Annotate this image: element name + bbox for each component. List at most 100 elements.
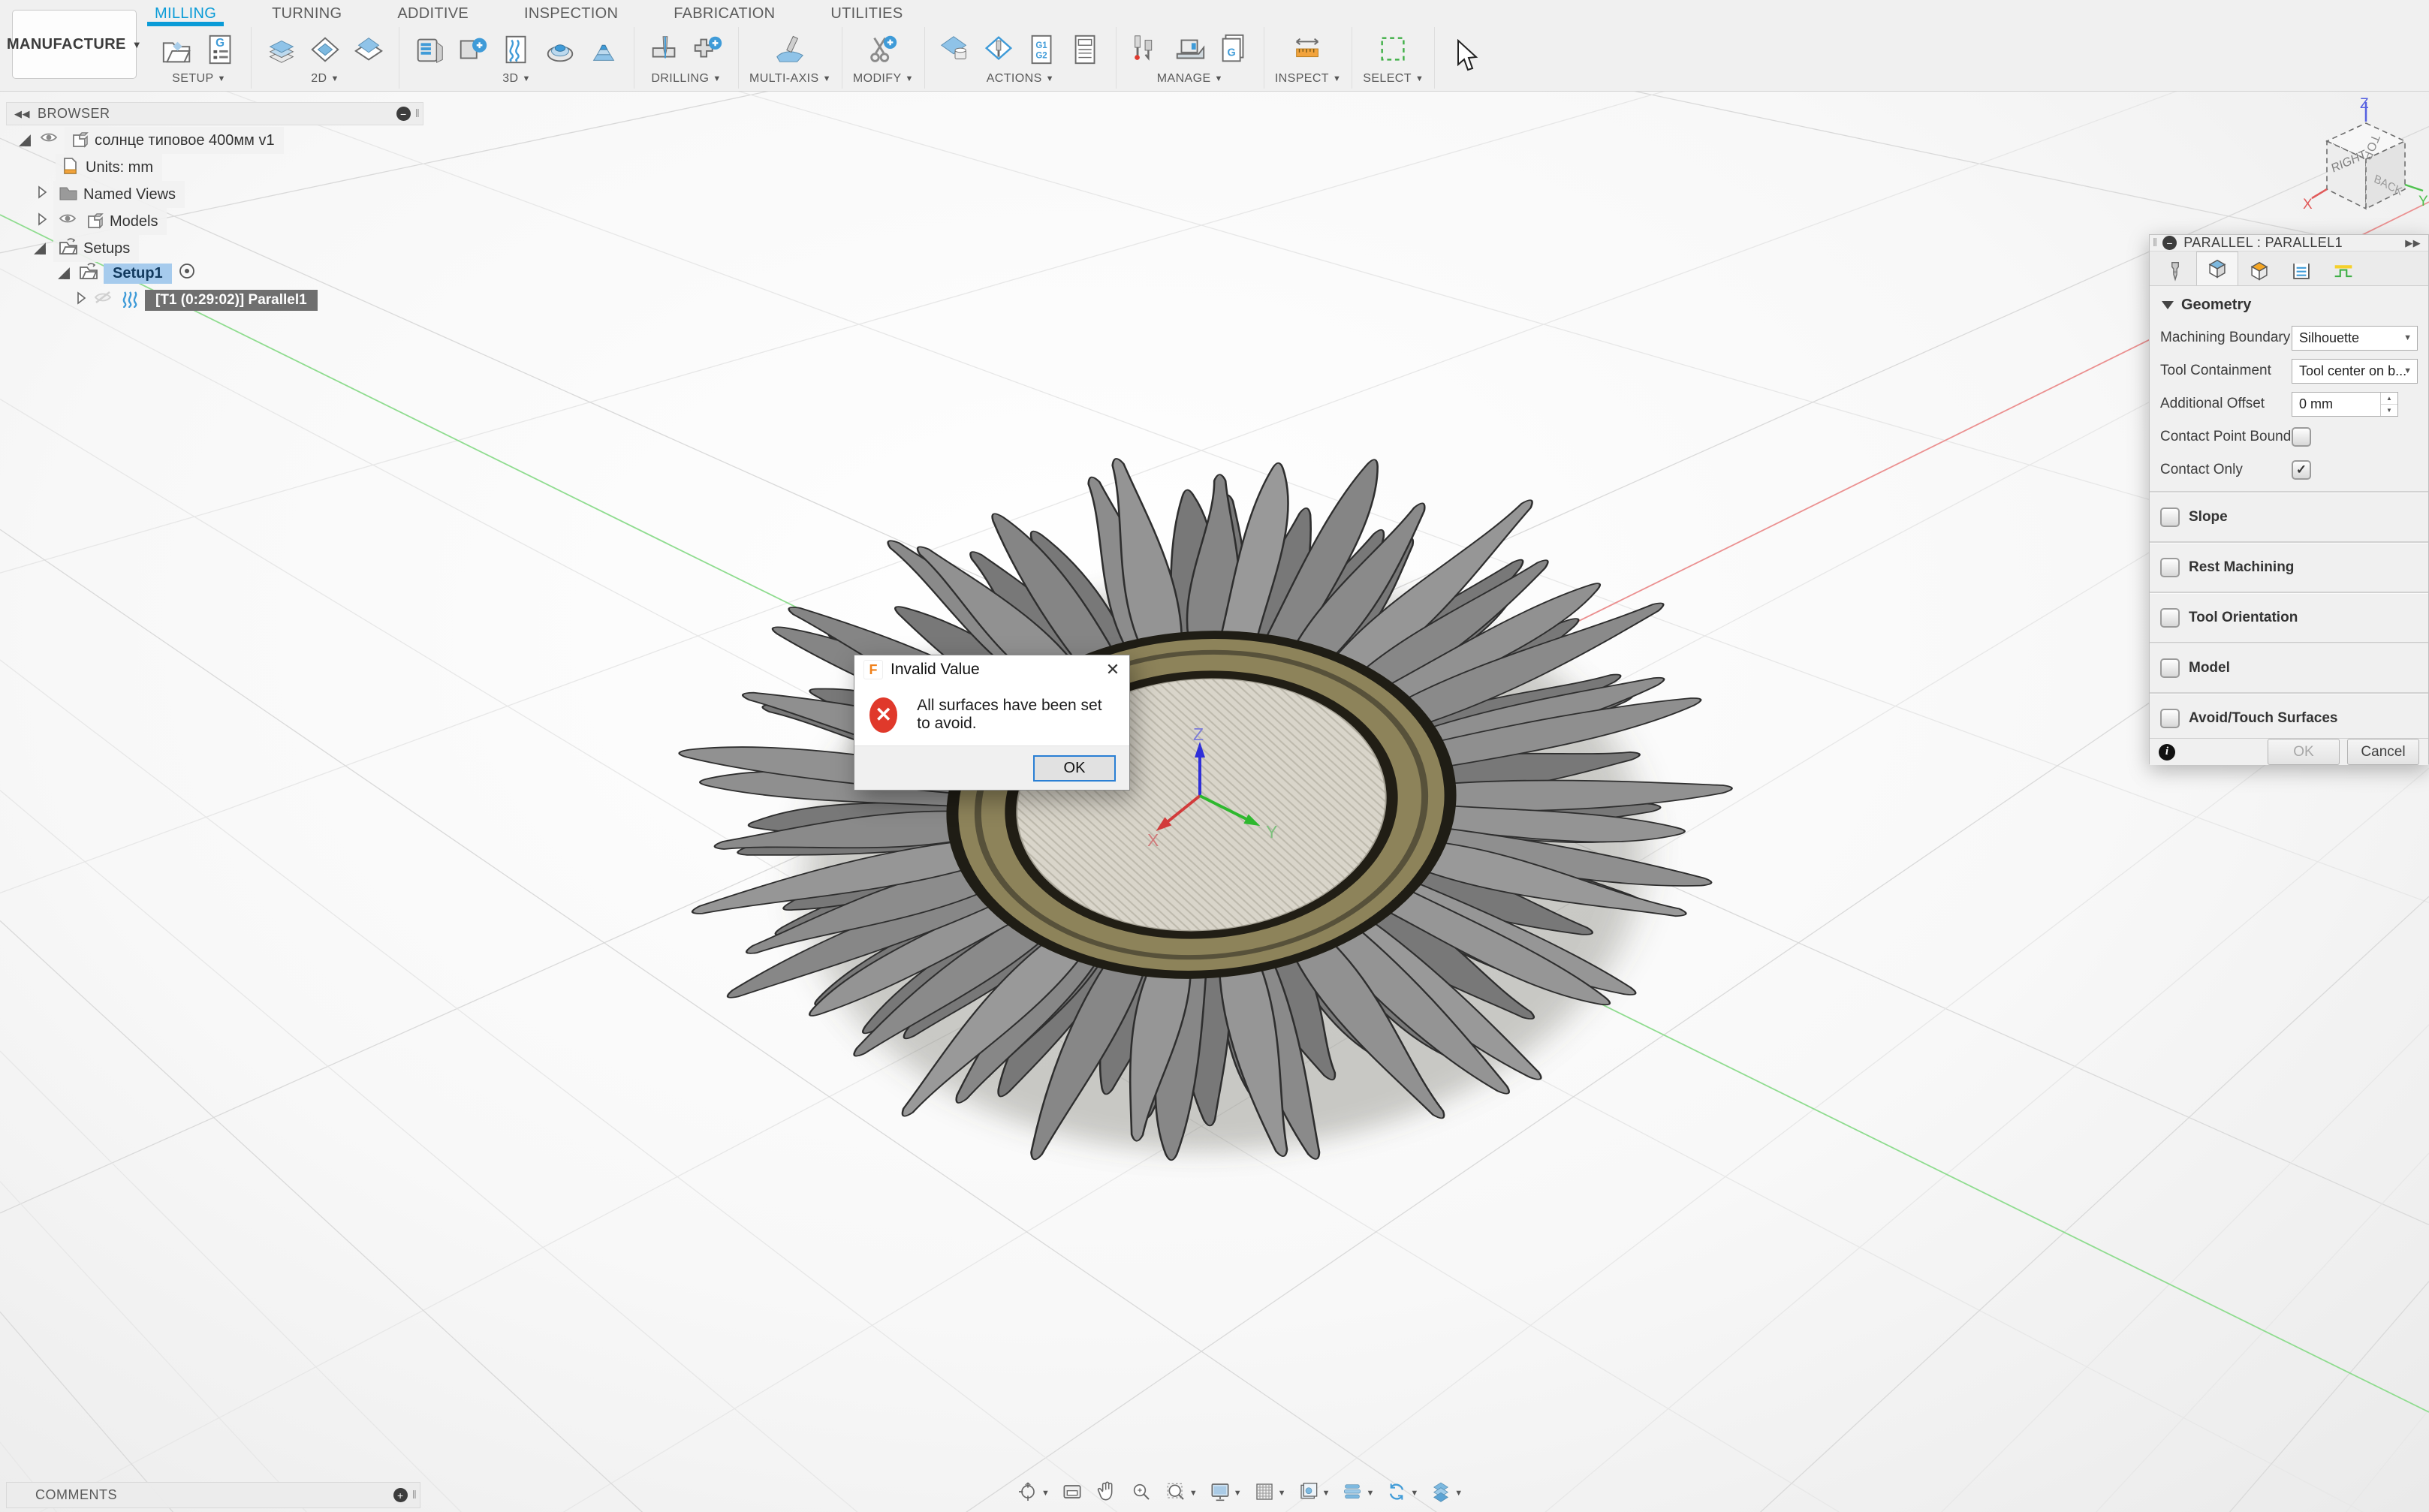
tree-item[interactable]: солнце типовое 400мм v1 — [65, 127, 284, 154]
section-enable-checkbox[interactable] — [2160, 558, 2180, 577]
activate-target-icon[interactable] — [177, 261, 198, 285]
select-window-icon[interactable] — [1374, 30, 1413, 69]
dropdown-select[interactable]: Tool center on b...▼ — [2292, 359, 2418, 384]
nav-look-at-button[interactable] — [1058, 1480, 1086, 1507]
section-rest-machining[interactable]: Rest Machining — [2160, 548, 2418, 587]
dialog-ok-button[interactable]: OK — [1033, 755, 1116, 782]
drill-custom-icon[interactable] — [689, 30, 728, 69]
section-model[interactable]: Model — [2160, 649, 2418, 688]
expand-dialog-icon[interactable]: ▶▶ — [2405, 237, 2421, 249]
setup-folder-icon[interactable] — [158, 30, 197, 69]
ops-tab-heights[interactable] — [2238, 256, 2280, 285]
info-icon[interactable]: i — [2159, 744, 2175, 761]
visibility-eye-icon[interactable] — [38, 128, 59, 152]
tree-item[interactable]: Models — [53, 208, 167, 235]
browser-row-root[interactable]: солнце типовое 400мм v1 — [17, 129, 284, 152]
view-cube[interactable]: Z TOP RIGHT BACK X Y — [2300, 95, 2429, 257]
checkbox[interactable] — [2292, 427, 2311, 447]
chevron-down-icon[interactable]: ▼ — [1410, 1489, 1418, 1498]
browser-row-setup-selected[interactable]: Setup1 — [56, 262, 198, 285]
tree-item-label-highlighted[interactable]: [T1 (0:29:02)] Parallel1 — [145, 290, 318, 311]
checkbox-checked[interactable]: ✓ — [2292, 460, 2311, 480]
ribbon-tab-milling[interactable]: MILLING — [150, 0, 221, 27]
scallop-3d-icon[interactable] — [541, 30, 580, 69]
section-avoid-touch-surfaces[interactable]: Avoid/Touch Surfaces — [2160, 699, 2418, 738]
section-enable-checkbox[interactable] — [2160, 658, 2180, 678]
adaptive-3d-icon[interactable] — [410, 30, 449, 69]
tree-item[interactable]: Setups — [53, 235, 139, 262]
ribbon-tab-additive[interactable]: ADDITIVE — [393, 0, 473, 27]
expand-open-icon[interactable] — [19, 134, 31, 146]
chevron-down-icon[interactable]: ▼ — [1189, 1489, 1198, 1498]
section-tool-orientation[interactable]: Tool Orientation — [2160, 598, 2418, 637]
group-dropdown-label[interactable]: MULTI-AXIS▼ — [749, 72, 831, 86]
ribbon-tab-turning[interactable]: TURNING — [267, 0, 346, 27]
spinner-down-icon[interactable]: ▼ — [2381, 405, 2397, 416]
group-dropdown-label[interactable]: INSPECT▼ — [1275, 72, 1341, 86]
section-enable-checkbox[interactable] — [2160, 709, 2180, 728]
section-enable-checkbox[interactable] — [2160, 608, 2180, 628]
operation-dialog-header[interactable]: ‖ − PARALLEL : PARALLEL1 ▶▶ — [2150, 235, 2428, 251]
group-dropdown-label[interactable]: SELECT▼ — [1363, 72, 1424, 86]
tool-library-icon[interactable] — [1127, 30, 1166, 69]
nav-display-settings-button[interactable]: ▼ — [1206, 1480, 1244, 1507]
chevron-down-icon[interactable]: ▼ — [1366, 1489, 1374, 1498]
panel-grip-handle[interactable]: ‖ — [412, 1489, 417, 1501]
group-dropdown-label[interactable]: SETUP▼ — [172, 72, 226, 86]
browser-row-setups[interactable]: Setups — [32, 237, 139, 260]
dropdown-select[interactable]: Silhouette▼ — [2292, 326, 2418, 351]
measure-icon[interactable] — [1288, 30, 1328, 69]
browser-row-units[interactable]: Units: mm — [56, 156, 162, 179]
flow-3d-icon[interactable] — [497, 30, 536, 69]
nav-steps-button[interactable]: ▼ — [1338, 1480, 1376, 1507]
face-2d-icon[interactable] — [349, 30, 388, 69]
contour-2d-icon[interactable] — [306, 30, 345, 69]
nav-display-mode-button[interactable]: ▼ — [1427, 1480, 1465, 1507]
simulate-icon[interactable] — [936, 30, 975, 69]
multi-axis-icon[interactable] — [770, 30, 809, 69]
nav-pan-button[interactable] — [1092, 1480, 1121, 1507]
pocket-2d-icon[interactable] — [262, 30, 301, 69]
post-process-icon[interactable] — [979, 30, 1018, 69]
tree-item-label-selected[interactable]: Setup1 — [104, 264, 172, 284]
gcode-doc-icon[interactable]: G — [201, 30, 240, 69]
group-dropdown-label[interactable]: MODIFY▼ — [853, 72, 914, 86]
chevron-down-icon[interactable]: ▼ — [1454, 1489, 1463, 1498]
group-dropdown-label[interactable]: 2D▼ — [311, 72, 339, 86]
expand-closed-icon[interactable] — [36, 212, 48, 231]
nav-refresh-button[interactable]: ▼ — [1382, 1480, 1421, 1507]
spinner-value[interactable]: 0 mm — [2292, 393, 2380, 416]
ribbon-tab-inspection[interactable]: INSPECTION — [520, 0, 622, 27]
ops-tab-linking[interactable] — [2322, 256, 2364, 285]
setup-sheet-icon[interactable] — [1066, 30, 1105, 69]
group-dropdown-label[interactable]: 3D▼ — [502, 72, 531, 86]
gcode-editor-icon[interactable]: G1G2 — [1023, 30, 1062, 69]
modify-trim-icon[interactable] — [863, 30, 903, 69]
spinner-input[interactable]: 0 mm▲▼ — [2292, 392, 2398, 417]
browser-header[interactable]: ◀◀ BROWSER − ‖ — [6, 102, 423, 125]
group-dropdown-label[interactable]: ACTIONS▼ — [987, 72, 1054, 86]
spinner-up-icon[interactable]: ▲ — [2381, 393, 2397, 405]
visibility-off-icon[interactable] — [92, 288, 113, 312]
dialog-title-bar[interactable]: F Invalid Value ✕ — [854, 655, 1129, 684]
comments-bar[interactable]: COMMENTS + ‖ — [6, 1482, 420, 1508]
group-dropdown-label[interactable]: MANAGE▼ — [1157, 72, 1223, 86]
pocket-3d-icon[interactable] — [454, 30, 493, 69]
cancel-button[interactable]: Cancel — [2347, 739, 2419, 765]
close-icon[interactable]: ✕ — [1096, 655, 1129, 684]
expand-open-icon[interactable] — [58, 267, 70, 279]
panel-grip-handle[interactable]: ‖ — [2153, 236, 2158, 249]
group-dropdown-label[interactable]: DRILLING▼ — [651, 72, 721, 86]
expand-closed-icon[interactable] — [36, 185, 48, 204]
dialog-options-icon[interactable]: − — [2162, 236, 2177, 250]
nav-fit-button[interactable]: ▼ — [1162, 1480, 1200, 1507]
tree-item[interactable]: Units: mm — [56, 154, 162, 181]
ops-tab-passes[interactable] — [2280, 256, 2322, 285]
chevron-down-icon[interactable]: ▼ — [1041, 1489, 1050, 1498]
browser-row-models[interactable]: Models — [36, 210, 167, 233]
browser-row-named-views[interactable]: Named Views — [36, 183, 185, 206]
expand-closed-icon[interactable] — [75, 291, 87, 310]
chevron-down-icon[interactable]: ▼ — [1278, 1489, 1286, 1498]
machine-library-icon[interactable] — [1171, 30, 1210, 69]
ops-tab-tool[interactable] — [2154, 256, 2196, 285]
